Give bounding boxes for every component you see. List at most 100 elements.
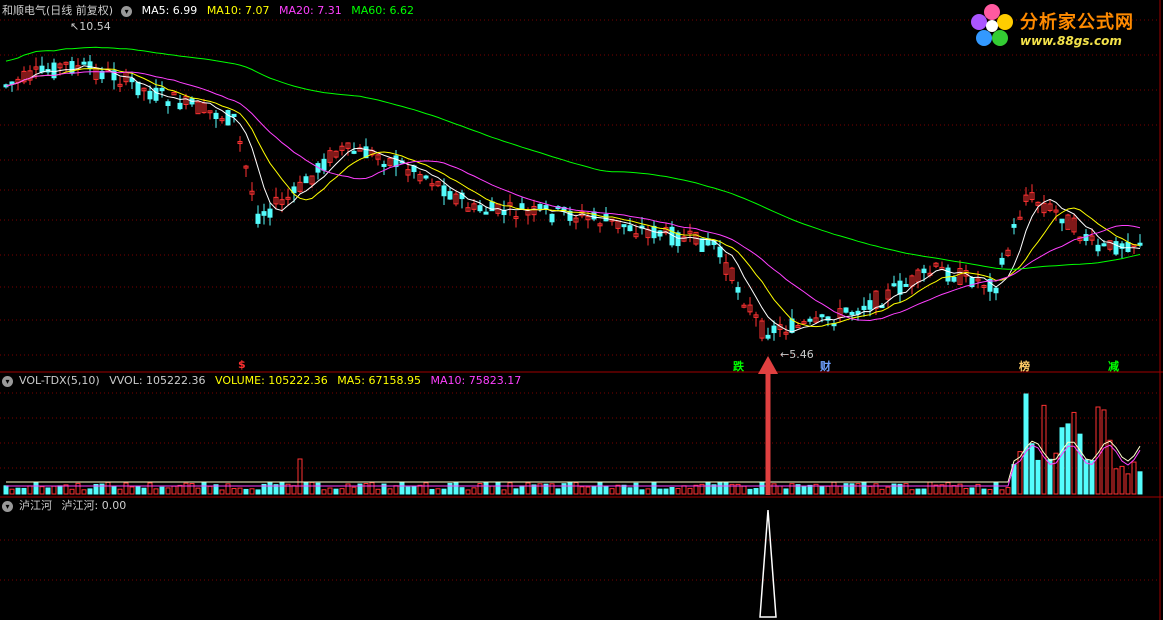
candle-body [567, 210, 573, 221]
event-marker-drop[interactable]: 跌 [733, 358, 744, 374]
volume-bar [1041, 404, 1047, 495]
volume-bar [321, 489, 327, 495]
volume-bar [549, 483, 555, 495]
candle-body [441, 185, 447, 197]
volume-bar [1113, 468, 1119, 495]
candle-body [303, 176, 309, 184]
volume-bar [819, 485, 825, 495]
kline-chart[interactable] [0, 0, 1163, 620]
volume-bar [51, 485, 57, 495]
volume-bar [417, 484, 423, 495]
volume-bar [1059, 427, 1065, 495]
sub-indicator-value: 泸江河: 0.00 [61, 499, 127, 512]
dropdown-icon[interactable]: ▾ [2, 375, 13, 387]
volume-bar [249, 488, 255, 495]
volume-bar [669, 486, 675, 495]
candle-body [147, 90, 153, 100]
volume-bar [453, 481, 459, 495]
volume-bar [747, 488, 753, 495]
ma5-line [5, 65, 1141, 333]
event-marker-finance[interactable]: 财 [820, 358, 831, 374]
volume-bar [717, 481, 723, 495]
candle-body [1101, 243, 1107, 247]
volume-bar [753, 488, 759, 495]
volume-bar [183, 482, 189, 495]
candle-body [921, 268, 927, 274]
volume-bar [243, 488, 249, 495]
volume-bar [141, 487, 147, 495]
volume-bar [27, 485, 33, 495]
low-price-label: ←5.46 [780, 348, 814, 361]
volume-bar [921, 488, 927, 495]
volume-bar [615, 484, 621, 495]
volume-bar [189, 483, 195, 495]
candle-body [717, 246, 723, 258]
volume-bar [195, 487, 201, 495]
volume-bar [741, 485, 747, 495]
candle-body [159, 87, 165, 92]
volume-bar [1101, 409, 1107, 495]
volume-bar [369, 482, 375, 495]
volume-bar [1029, 443, 1035, 495]
ma10-value: MA10: 7.07 [206, 4, 270, 17]
sub-indicator-legend: ▾ 泸江河 泸江河: 0.00 [2, 497, 132, 515]
volume-legend: ▾ VOL-TDX(5,10) VVOL: 105222.36 VOLUME: 1… [2, 372, 527, 390]
candle-body [519, 203, 525, 210]
signal-arrow-head [758, 356, 778, 374]
logo-title: 分析家公式网 [1020, 12, 1134, 33]
stock-title: 和顺电气(日线 前复权) [2, 4, 114, 17]
volume-bar [525, 482, 531, 495]
volume-bar [33, 481, 39, 495]
candle-body [225, 109, 231, 126]
volume-bar [801, 485, 807, 495]
volume-bar [1071, 411, 1077, 495]
volume-bar [267, 482, 273, 495]
volume-bar [627, 487, 633, 495]
candle-body [1059, 218, 1065, 224]
candle-body [1095, 244, 1101, 252]
volume-bar [1125, 473, 1131, 495]
volume-bar [87, 488, 93, 495]
volume-bar [951, 485, 957, 495]
candle-body [261, 211, 267, 216]
volume-bar [687, 487, 693, 495]
volume-bar [837, 485, 843, 495]
volume-bar [9, 488, 15, 495]
volume-bar [393, 485, 399, 495]
volume-bar [237, 487, 243, 495]
vol-ma5-line [6, 440, 1141, 483]
volume-bar [111, 486, 117, 495]
event-marker-reduce[interactable]: 减 [1108, 358, 1119, 374]
volume-bar [459, 487, 465, 495]
event-marker-ranking[interactable]: 榜 [1019, 358, 1030, 374]
volume-bar [1083, 459, 1089, 495]
volume-bar [879, 488, 885, 495]
volume-bar [483, 481, 489, 495]
candle-body [591, 211, 597, 220]
volume-bar [609, 488, 615, 495]
event-marker-dollar[interactable]: $ [238, 358, 246, 371]
candle-body [861, 305, 867, 311]
volume-bar [1089, 460, 1095, 495]
dropdown-icon[interactable]: ▾ [121, 5, 133, 17]
volume-bar [855, 483, 861, 495]
volume-bar [963, 487, 969, 495]
candle-body [447, 191, 453, 200]
candle-body [903, 283, 909, 287]
volume-bar [207, 485, 213, 495]
volume-bar [315, 482, 321, 495]
logo-url: www.88gs.com [1020, 34, 1122, 48]
volume-bar [903, 483, 909, 495]
volume-bar [705, 481, 711, 495]
volume-bar [603, 485, 609, 495]
volume-bar [39, 486, 45, 495]
candle-body [1125, 241, 1131, 252]
volume-bar [45, 487, 51, 495]
candle-body [819, 314, 825, 318]
vol-ma10-line [6, 444, 1141, 487]
volume-bar [441, 488, 447, 495]
dropdown-icon[interactable]: ▾ [2, 500, 13, 512]
volume-bar [1005, 487, 1011, 495]
volume-bar [693, 484, 699, 495]
candle-body [735, 287, 741, 293]
